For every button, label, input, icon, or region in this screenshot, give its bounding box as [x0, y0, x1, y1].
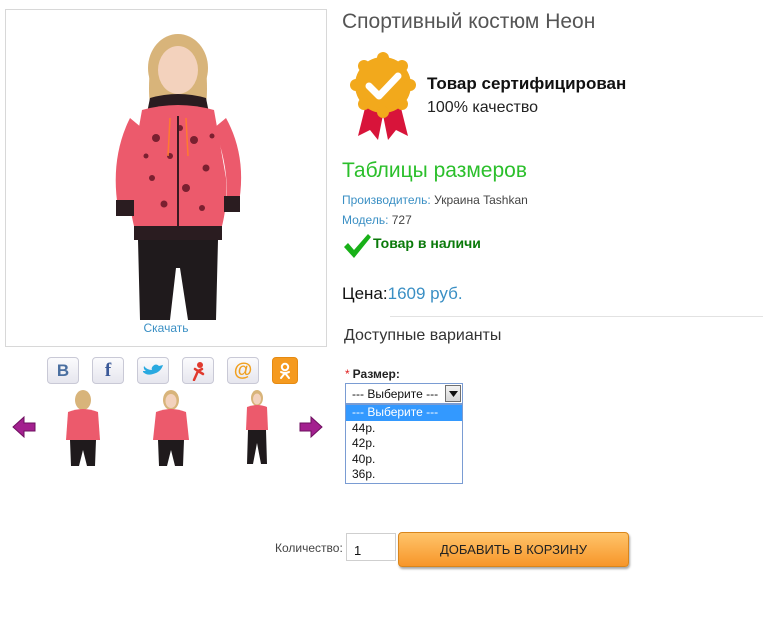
quantity-label: Количество:: [275, 541, 343, 555]
twitter-icon[interactable]: [137, 357, 169, 384]
product-title: Спортивный костюм Неон: [342, 10, 596, 33]
vk-icon[interactable]: B: [47, 357, 79, 384]
certified-badge-icon: [350, 52, 416, 140]
size-select[interactable]: --- Выберите ---: [345, 383, 463, 404]
quantity-input[interactable]: [346, 533, 396, 561]
odnoklassniki-person-icon[interactable]: [182, 357, 214, 384]
manufacturer-key[interactable]: Производитель:: [342, 193, 431, 207]
checkmark-icon: [344, 234, 371, 258]
certified-title: Товар сертифицирован: [427, 74, 627, 93]
size-dropdown-list: --- Выберите --- 44р. 42р. 40р. 36р.: [345, 404, 463, 484]
mail-at-icon[interactable]: @: [227, 357, 259, 384]
ok-icon[interactable]: [272, 357, 298, 384]
facebook-icon[interactable]: f: [92, 357, 124, 384]
mail-at-symbol: @: [233, 359, 253, 381]
size-option[interactable]: 44р.: [346, 421, 462, 437]
size-option[interactable]: 40р.: [346, 452, 462, 468]
chevron-down-icon[interactable]: [445, 385, 461, 402]
add-to-cart-button[interactable]: ДОБАВИТЬ В КОРЗИНУ: [398, 532, 629, 567]
product-photo: [115, 34, 242, 320]
download-link[interactable]: Скачать: [6, 321, 326, 335]
facebook-letter: f: [104, 359, 112, 381]
size-label: * Размер:: [345, 367, 400, 381]
price-label: Цена:: [342, 284, 388, 303]
manufacturer-row: Производитель: Украина Tashkan: [342, 193, 528, 207]
price: Цена:1609 руб.: [342, 284, 463, 304]
model-value: 727: [391, 213, 412, 227]
size-option[interactable]: --- Выберите ---: [346, 405, 462, 421]
prev-arrow-icon[interactable]: [11, 414, 37, 440]
size-label-text: Размер:: [352, 367, 400, 381]
thumbnail-3[interactable]: [234, 388, 280, 466]
divider: [390, 316, 763, 317]
thumbnail-2[interactable]: [148, 388, 194, 466]
social-share-row: B f @: [47, 357, 298, 385]
in-stock-label: Товар в наличи: [373, 235, 481, 251]
size-option[interactable]: 42р.: [346, 436, 462, 452]
required-mark: *: [345, 367, 350, 381]
stock-status: Товар в наличи: [342, 232, 481, 260]
main-product-image[interactable]: Скачать: [5, 9, 327, 347]
manufacturer-value: Украина Tashkan: [434, 193, 528, 207]
model-row: Модель: 727: [342, 213, 412, 227]
size-option[interactable]: 36р.: [346, 467, 462, 483]
next-arrow-icon[interactable]: [298, 414, 324, 440]
quality-label: 100% качество: [427, 99, 539, 116]
size-table-link[interactable]: Таблицы размеров: [342, 159, 527, 183]
model-key: Модель:: [342, 213, 389, 227]
thumbnail-1[interactable]: [60, 388, 106, 466]
size-select-value: --- Выберите ---: [352, 387, 439, 401]
vk-letter: B: [56, 360, 70, 380]
price-value: 1609 руб.: [387, 284, 463, 303]
options-title: Доступные варианты: [344, 327, 502, 344]
